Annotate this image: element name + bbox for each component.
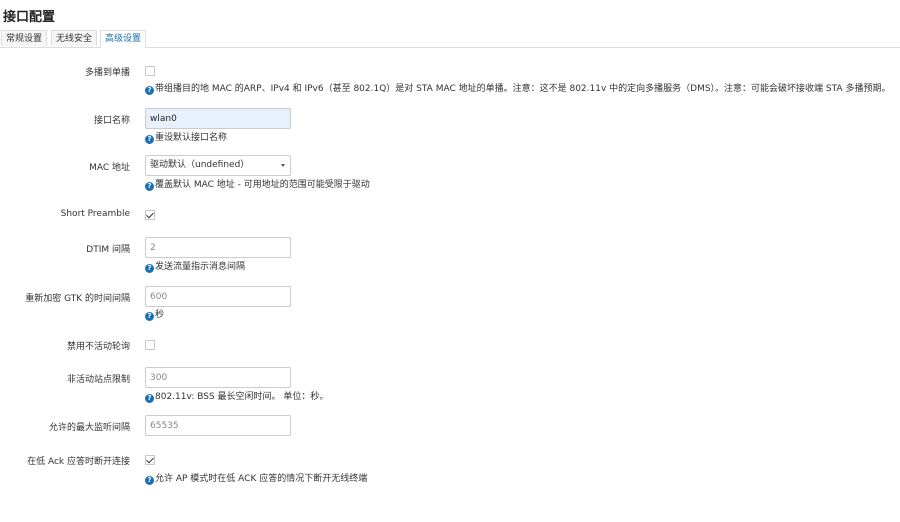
- interface-name-input[interactable]: [145, 108, 291, 129]
- question-circle-icon: ?: [145, 86, 154, 95]
- multicast-to-unicast-label: 多播到单播: [84, 68, 130, 78]
- disable-inactivity-poll-label: 禁用不活动轮询: [66, 342, 130, 352]
- interface-name-help-text: 重设默认接口名称: [155, 133, 228, 143]
- interface-name-label: 接口名称: [93, 116, 130, 126]
- multicast-to-unicast-checkbox[interactable]: [145, 66, 155, 76]
- tab-wireless-security[interactable]: 无线安全: [51, 30, 98, 46]
- max-listen-interval-input[interactable]: [145, 415, 291, 436]
- max-inactivity-help-text: 802.11v: BSS 最长空闲时间。 单位：秒。: [155, 392, 329, 402]
- question-circle-icon: ?: [145, 135, 154, 144]
- question-circle-icon: ?: [145, 182, 154, 191]
- dtim-period-help: ? 发送流量指示消息间隔: [145, 262, 245, 273]
- disable-inactivity-poll-checkbox[interactable]: [145, 340, 155, 350]
- gtk-rekey-input[interactable]: [145, 286, 291, 307]
- multicast-to-unicast-help-text: 带组播目的地 MAC 的ARP、IPv4 和 IPv6（甚至 802.1Q）是对…: [155, 84, 891, 94]
- question-circle-icon: ?: [145, 312, 154, 321]
- max-listen-interval-label: 允许的最大监听间隔: [48, 423, 130, 433]
- max-inactivity-label: 非活动站点限制: [66, 375, 130, 385]
- mac-address-help: ? 覆盖默认 MAC 地址 - 可用地址的范围可能受限于驱动: [145, 180, 370, 191]
- dtim-period-label: DTIM 间隔: [86, 245, 130, 255]
- interface-name-help: ? 重设默认接口名称: [145, 133, 227, 144]
- disassoc-low-ack-checkbox[interactable]: [145, 455, 155, 465]
- disassoc-low-ack-help-text: 允许 AP 模式时在低 ACK 应答的情况下断开无线终端: [155, 474, 368, 484]
- question-circle-icon: ?: [145, 476, 154, 485]
- max-inactivity-input[interactable]: [145, 367, 291, 388]
- short-preamble-checkbox[interactable]: [145, 210, 155, 220]
- tab-bar: 常规设置 无线安全 高级设置: [0, 29, 900, 48]
- short-preamble-label: Short Preamble: [60, 209, 130, 219]
- dtim-period-help-text: 发送流量指示消息间隔: [155, 262, 246, 272]
- max-inactivity-help: ? 802.11v: BSS 最长空闲时间。 单位：秒。: [145, 392, 328, 403]
- multicast-to-unicast-help: ? 带组播目的地 MAC 的ARP、IPv4 和 IPv6（甚至 802.1Q）是…: [145, 84, 890, 95]
- gtk-rekey-label: 重新加密 GTK 的时间间隔: [25, 294, 130, 304]
- dtim-period-input[interactable]: [145, 237, 291, 258]
- tab-advanced[interactable]: 高级设置: [100, 30, 147, 48]
- tab-general[interactable]: 常规设置: [1, 30, 48, 46]
- gtk-rekey-help-text: 秒: [155, 310, 165, 320]
- disassoc-low-ack-label: 在低 Ack 应答时断开连接: [27, 457, 130, 467]
- disassoc-low-ack-help: ? 允许 AP 模式时在低 ACK 应答的情况下断开无线终端: [145, 474, 367, 485]
- mac-address-selected-value: 驱动默认（undefined）: [150, 160, 250, 170]
- mac-address-label: MAC 地址: [89, 163, 130, 173]
- question-circle-icon: ?: [145, 264, 154, 273]
- gtk-rekey-help: ? 秒: [145, 310, 164, 321]
- mac-address-help-text: 覆盖默认 MAC 地址 - 可用地址的范围可能受限于驱动: [155, 180, 370, 190]
- mac-address-select[interactable]: 驱动默认（undefined）: [145, 155, 291, 176]
- caret-down-icon: [281, 164, 285, 167]
- question-circle-icon: ?: [145, 394, 154, 403]
- section-title: 接口配置: [3, 10, 56, 25]
